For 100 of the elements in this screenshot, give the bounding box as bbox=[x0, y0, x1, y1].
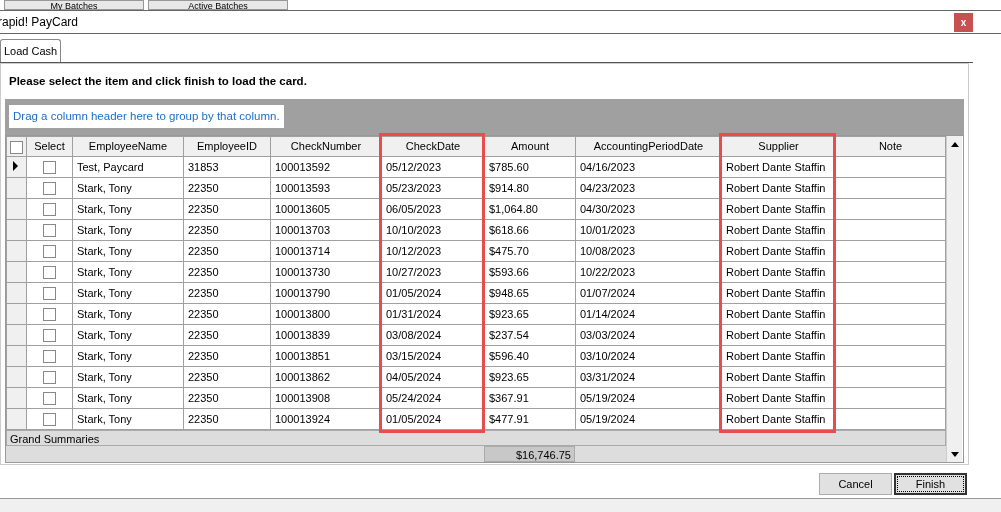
table-cell: 100013605 bbox=[275, 202, 331, 215]
table-cell: Robert Dante Staffin bbox=[726, 328, 826, 341]
scroll-down-icon[interactable] bbox=[950, 451, 959, 457]
table-cell: 100013800 bbox=[275, 307, 331, 320]
table-cell: Robert Dante Staffin bbox=[726, 202, 826, 215]
instruction-text: Please select the item and click finish to load the card. bbox=[8, 74, 308, 89]
table-cell: 10/22/2023 bbox=[580, 265, 636, 278]
table-cell: $914.80 bbox=[489, 181, 529, 194]
table-cell: $618.66 bbox=[489, 223, 529, 236]
table-cell: $475.70 bbox=[489, 244, 529, 257]
table-cell: Stark, Tony bbox=[77, 265, 132, 278]
column-header[interactable]: EmployeeName bbox=[72, 136, 184, 157]
table-cell: 100013714 bbox=[275, 244, 331, 257]
dialog-button[interactable]: Finish bbox=[894, 473, 967, 495]
table-cell: 22350 bbox=[188, 349, 219, 362]
table-cell: 03/10/2024 bbox=[580, 349, 636, 362]
table-cell: 100013592 bbox=[275, 160, 331, 173]
table-cell: 01/07/2024 bbox=[580, 286, 636, 299]
table-cell: 05/23/2023 bbox=[386, 181, 442, 194]
row-checkbox[interactable] bbox=[43, 350, 56, 364]
row-checkbox[interactable] bbox=[43, 371, 56, 385]
table-cell: $237.54 bbox=[489, 328, 529, 341]
table-cell: $477.91 bbox=[489, 412, 529, 425]
table-cell: 10/08/2023 bbox=[580, 244, 636, 257]
table-cell: Stark, Tony bbox=[77, 328, 132, 341]
current-row-icon bbox=[13, 160, 18, 171]
column-header[interactable]: Amount bbox=[484, 136, 576, 157]
table-cell: Robert Dante Staffin bbox=[726, 370, 826, 383]
table-cell: 10/10/2023 bbox=[386, 223, 442, 236]
table-cell: Robert Dante Staffin bbox=[726, 349, 826, 362]
row-checkbox[interactable] bbox=[43, 329, 56, 343]
table-cell: 01/05/2024 bbox=[386, 412, 442, 425]
scroll-up-icon[interactable] bbox=[950, 141, 959, 147]
table-cell: 100013593 bbox=[275, 181, 331, 194]
table-cell: $1,064.80 bbox=[489, 202, 538, 215]
table-cell: 03/08/2024 bbox=[386, 328, 442, 341]
row-checkbox[interactable] bbox=[43, 413, 56, 427]
select-all-checkbox[interactable] bbox=[10, 140, 23, 154]
dialog-button[interactable]: Cancel bbox=[819, 473, 892, 495]
table-cell: $593.66 bbox=[489, 265, 529, 278]
row-checkbox[interactable] bbox=[43, 392, 56, 406]
table-cell: 01/14/2024 bbox=[580, 307, 636, 320]
table-cell: 22350 bbox=[188, 307, 219, 320]
table-cell: 01/05/2024 bbox=[386, 286, 442, 299]
table-cell: 22350 bbox=[188, 244, 219, 257]
table-cell: Robert Dante Staffin bbox=[726, 244, 826, 257]
table-cell: 10/01/2023 bbox=[580, 223, 636, 236]
table-cell: Stark, Tony bbox=[77, 181, 132, 194]
table-cell: 04/23/2023 bbox=[580, 181, 636, 194]
table-cell: 100013908 bbox=[275, 391, 331, 404]
table-cell: Stark, Tony bbox=[77, 391, 132, 404]
tab[interactable]: Load Cash bbox=[0, 38, 62, 62]
table-cell: 100013851 bbox=[275, 349, 331, 362]
row-checkbox[interactable] bbox=[43, 161, 56, 175]
column-header[interactable]: Supplier bbox=[721, 136, 836, 157]
row-checkbox[interactable] bbox=[43, 203, 56, 217]
background-tab[interactable]: Active Batches bbox=[148, 0, 288, 10]
row-checkbox[interactable] bbox=[43, 308, 56, 322]
close-button[interactable]: x bbox=[954, 12, 973, 32]
column-header[interactable]: CheckDate bbox=[381, 136, 485, 157]
row-checkbox[interactable] bbox=[43, 287, 56, 301]
column-header[interactable]: EmployeeID bbox=[183, 136, 271, 157]
table-cell: 05/19/2024 bbox=[580, 412, 636, 425]
table-cell: Robert Dante Staffin bbox=[726, 391, 826, 404]
table-cell: Robert Dante Staffin bbox=[726, 412, 826, 425]
row-checkbox[interactable] bbox=[43, 266, 56, 280]
background-tab[interactable]: My Batches bbox=[4, 0, 144, 10]
column-header[interactable]: Note bbox=[835, 136, 946, 157]
table-cell: Stark, Tony bbox=[77, 223, 132, 236]
row-indicator[interactable] bbox=[6, 156, 27, 178]
table-cell: $948.65 bbox=[489, 286, 529, 299]
row-checkbox[interactable] bbox=[43, 182, 56, 196]
table-cell: 05/12/2023 bbox=[386, 160, 442, 173]
table-cell: 10/27/2023 bbox=[386, 265, 442, 278]
table-cell: 22350 bbox=[188, 412, 219, 425]
table-cell: 22350 bbox=[188, 181, 219, 194]
column-header[interactable]: Select bbox=[26, 136, 73, 157]
table-cell: 04/30/2023 bbox=[580, 202, 636, 215]
table-cell: $923.65 bbox=[489, 370, 529, 383]
table-cell: Test, Paycard bbox=[77, 160, 144, 173]
table-cell: Stark, Tony bbox=[77, 307, 132, 320]
table-cell: 100013839 bbox=[275, 328, 331, 341]
table-cell: 22350 bbox=[188, 328, 219, 341]
table-cell: $367.91 bbox=[489, 391, 529, 404]
table-cell: Robert Dante Staffin bbox=[726, 160, 826, 173]
table-cell: 03/15/2024 bbox=[386, 349, 442, 362]
column-header[interactable]: AccountingPeriodDate bbox=[575, 136, 722, 157]
row-checkbox[interactable] bbox=[43, 245, 56, 259]
row-checkbox[interactable] bbox=[43, 224, 56, 238]
table-cell: 22350 bbox=[188, 391, 219, 404]
scrollbar[interactable] bbox=[946, 136, 962, 462]
table-cell: 100013862 bbox=[275, 370, 331, 383]
table-cell: 100013730 bbox=[275, 265, 331, 278]
grand-summaries-label: Grand Summaries bbox=[6, 430, 946, 446]
column-header[interactable]: CheckNumber bbox=[270, 136, 382, 157]
table-cell: $923.65 bbox=[489, 307, 529, 320]
table-cell: Stark, Tony bbox=[77, 244, 132, 257]
table-cell: 01/31/2024 bbox=[386, 307, 442, 320]
table-cell: 05/19/2024 bbox=[580, 391, 636, 404]
table-cell: 04/16/2023 bbox=[580, 160, 636, 173]
